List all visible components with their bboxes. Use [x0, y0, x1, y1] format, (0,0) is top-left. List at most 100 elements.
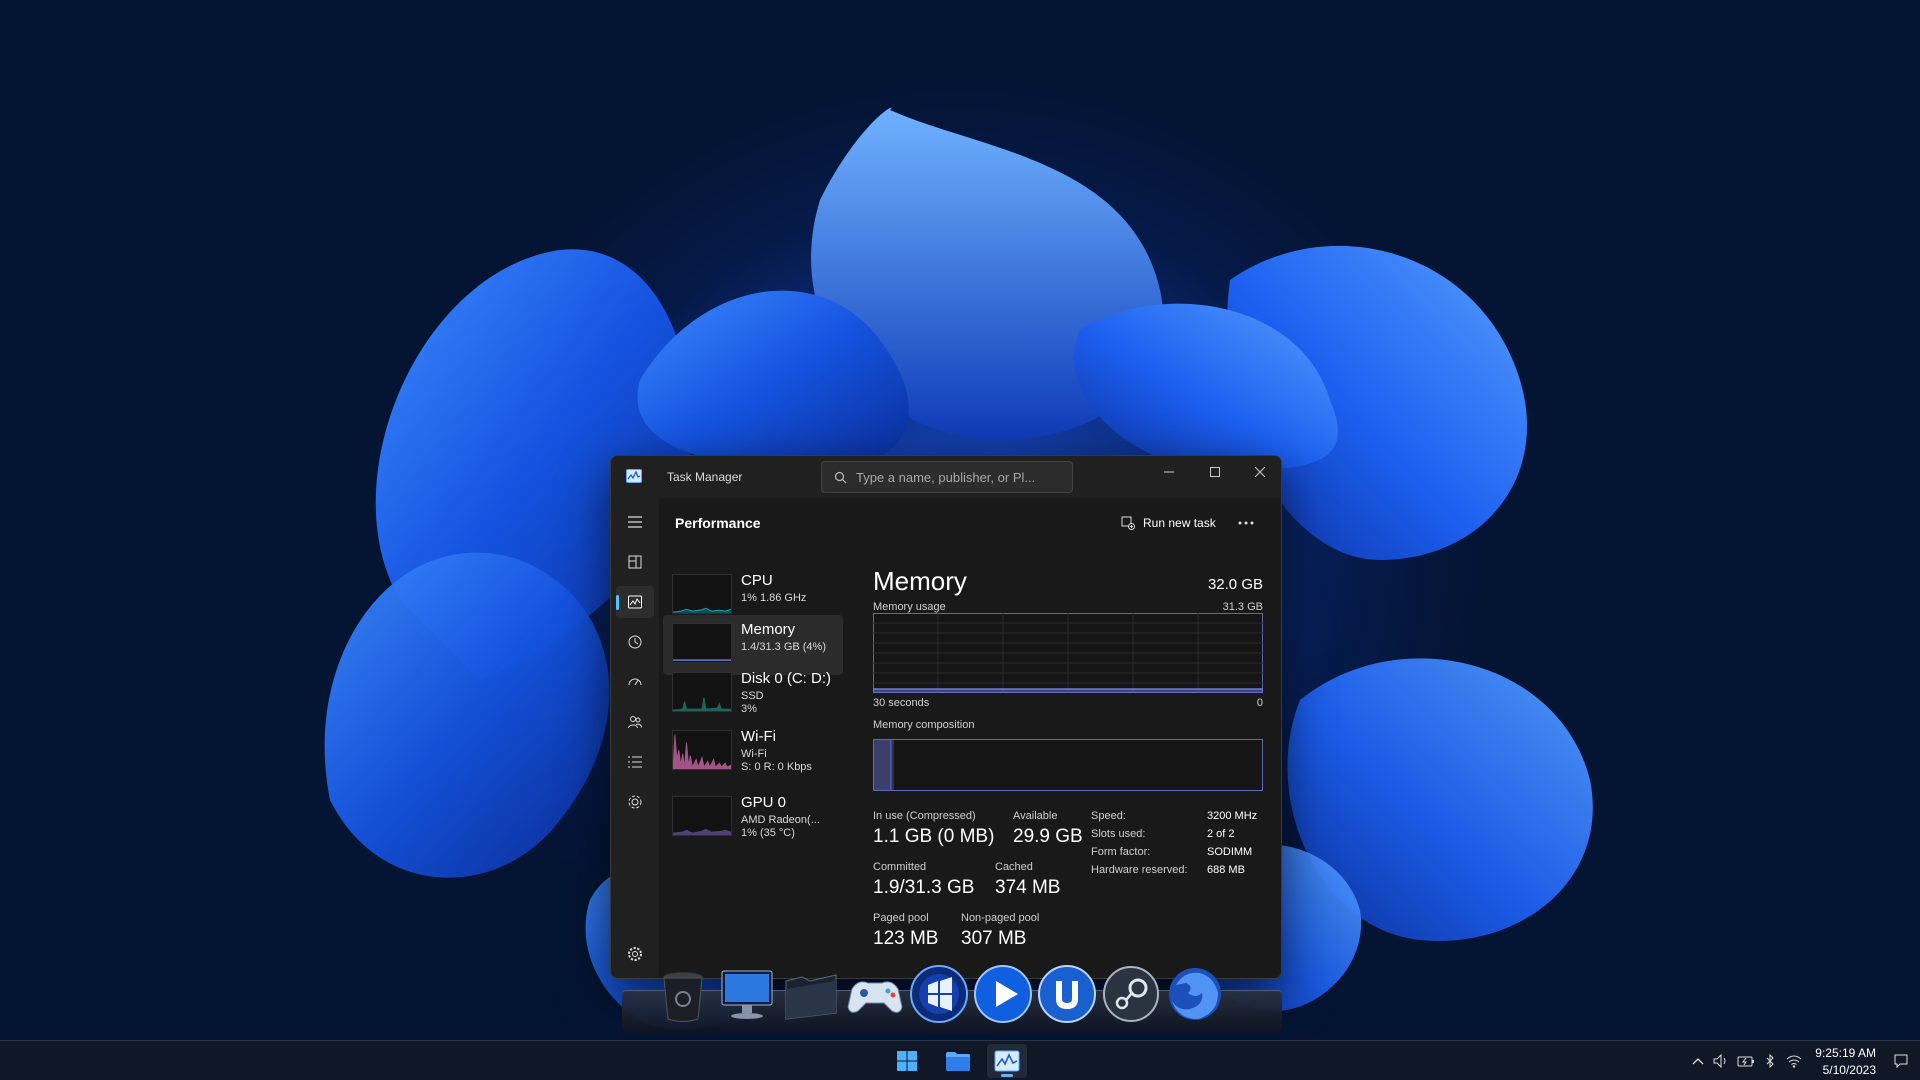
services-icon [628, 795, 642, 809]
maximize-button[interactable] [1192, 456, 1238, 488]
perf-item-name: GPU 0 [741, 794, 787, 811]
hardware-reserved-label: Hardware reserved: [1091, 864, 1188, 876]
perf-item-detail: AMD Radeon(... [741, 814, 820, 826]
steam-icon[interactable] [1100, 963, 1162, 1025]
menu-icon [628, 516, 642, 528]
close-button[interactable] [1237, 456, 1281, 488]
nav-details[interactable] [616, 746, 654, 778]
memory-total: 32.0 GB [1207, 576, 1263, 593]
non-paged-pool-value: 307 MB [961, 928, 1027, 949]
perf-item-detail: 1% 1.86 GHz [741, 592, 807, 604]
computer-icon[interactable] [716, 963, 778, 1025]
graph-min-label: 0 [1256, 697, 1263, 709]
taskbar-clock[interactable]: 9:25:19 AM 5/10/2023 [1800, 1045, 1876, 1079]
perf-item-wifi[interactable]: Wi-Fi Wi-Fi S: 0 R: 0 Kbps [663, 722, 843, 782]
firefox-icon[interactable] [1164, 963, 1226, 1025]
memory-composition-label: Memory composition [873, 719, 975, 731]
bluetooth-button[interactable] [1760, 1051, 1780, 1071]
perf-item-detail: 1.4/31.3 GB (4%) [741, 641, 826, 653]
composition-in-use-segment [874, 740, 892, 790]
memory-usage-label: Memory usage [873, 601, 946, 613]
perf-item-detail: Wi-Fi [741, 748, 767, 760]
detail-title: Memory [873, 566, 967, 596]
perf-item-detail: SSD [741, 690, 764, 702]
run-new-task-button[interactable]: Run new task [1121, 512, 1216, 534]
perf-item-detail-2: S: 0 R: 0 Kbps [741, 761, 812, 773]
task-manager-app-icon [626, 469, 642, 483]
running-indicator [1001, 1074, 1013, 1077]
perf-item-name: Memory [741, 621, 796, 638]
volume-button[interactable] [1711, 1051, 1731, 1071]
perf-item-detail-2: 3% [741, 703, 757, 715]
processes-icon [628, 555, 642, 569]
title-bar[interactable]: Task Manager [611, 456, 1281, 498]
available-value: 29.9 GB [1013, 826, 1083, 847]
memory-mini-graph [672, 623, 732, 663]
in-use-label: In use (Compressed) [873, 810, 976, 822]
non-paged-pool-label: Non-paged pool [961, 912, 1040, 924]
battery-charging-icon [1737, 1056, 1754, 1067]
search-input[interactable] [856, 462, 1066, 492]
details-icon [628, 756, 642, 768]
perf-item-name: Disk 0 (C: D:) [741, 670, 831, 687]
show-hidden-icons-button[interactable] [1688, 1051, 1708, 1071]
folder-icon[interactable] [780, 963, 842, 1025]
utorrent-icon[interactable] [1036, 963, 1098, 1025]
navigation-rail [611, 498, 659, 978]
bootcamp-icon[interactable] [908, 963, 970, 1025]
battery-button[interactable] [1736, 1051, 1756, 1071]
taskbar-file-explorer[interactable] [938, 1044, 978, 1078]
file-explorer-icon [946, 1052, 970, 1071]
notifications-button[interactable] [1891, 1051, 1911, 1071]
perf-item-gpu[interactable]: GPU 0 AMD Radeon(... 1% (35 °C) [663, 788, 843, 848]
nav-services[interactable] [616, 786, 654, 818]
perf-item-name: CPU [741, 572, 773, 589]
startup-apps-icon [628, 678, 642, 686]
minimize-button[interactable] [1146, 456, 1192, 488]
chevron-up-icon [1692, 1058, 1704, 1065]
nav-app-history[interactable] [616, 626, 654, 658]
media-player-icon[interactable] [972, 963, 1034, 1025]
slots-value: 2 of 2 [1207, 828, 1235, 840]
hardware-reserved-value: 688 MB [1207, 864, 1245, 876]
users-icon [628, 716, 642, 729]
run-task-icon [1121, 516, 1135, 530]
nav-settings[interactable] [616, 938, 654, 970]
perf-item-name: Wi-Fi [741, 728, 776, 745]
perf-item-detail-2: 1% (35 °C) [741, 827, 795, 839]
nav-startup-apps[interactable] [616, 666, 654, 698]
windows-start-icon [897, 1051, 917, 1071]
disk-mini-graph [672, 672, 732, 712]
memory-usage-graph [873, 613, 1263, 693]
recycle-bin-icon[interactable] [652, 963, 714, 1025]
memory-usage-max: 31.3 GB [1222, 601, 1263, 613]
taskbar-task-manager[interactable] [987, 1044, 1027, 1078]
graph-time-label: 30 seconds [873, 697, 930, 709]
menu-button[interactable] [616, 506, 654, 538]
maximize-icon [1210, 467, 1220, 477]
gamepad-icon[interactable] [844, 963, 906, 1025]
more-options-button[interactable] [1234, 512, 1258, 534]
nav-performance[interactable] [616, 586, 654, 618]
active-indicator [616, 595, 619, 610]
paged-pool-value: 123 MB [873, 928, 939, 949]
notification-icon [1894, 1054, 1908, 1068]
settings-icon [628, 947, 642, 961]
app-history-icon [628, 635, 642, 649]
volume-icon [1713, 1054, 1726, 1068]
nav-processes[interactable] [616, 546, 654, 578]
cached-label: Cached [995, 861, 1033, 873]
start-button[interactable] [887, 1044, 927, 1078]
perf-item-disk[interactable]: Disk 0 (C: D:) SSD 3% [663, 664, 843, 724]
speed-label: Speed: [1091, 810, 1126, 822]
memory-composition-bar [873, 739, 1263, 791]
form-factor-label: Form factor: [1091, 846, 1151, 858]
gpu-mini-graph [672, 796, 732, 836]
cached-value: 374 MB [995, 877, 1061, 898]
nav-users[interactable] [616, 706, 654, 738]
clock-time: 9:25:19 AM [1815, 1046, 1876, 1060]
run-new-task-label: Run new task [1143, 516, 1216, 530]
search-box[interactable] [821, 461, 1073, 493]
window-title: Task Manager [667, 470, 743, 484]
form-factor-value: SODIMM [1207, 846, 1253, 858]
